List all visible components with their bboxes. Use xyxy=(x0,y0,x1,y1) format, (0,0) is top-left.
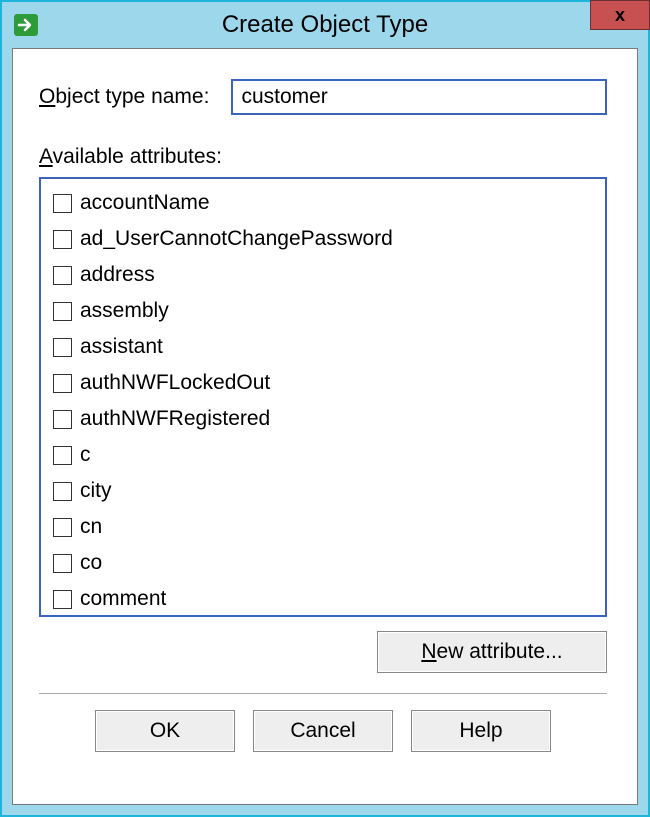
list-item[interactable]: assembly xyxy=(45,293,601,329)
attribute-label: assistant xyxy=(80,332,163,362)
dialog-title: Create Object Type xyxy=(2,11,648,39)
list-item[interactable]: c xyxy=(45,437,601,473)
checkbox-icon[interactable] xyxy=(53,230,72,249)
list-item[interactable]: address xyxy=(45,257,601,293)
cancel-button[interactable]: Cancel xyxy=(253,710,393,752)
list-item[interactable]: authNWFRegistered xyxy=(45,401,601,437)
attribute-label: authNWFRegistered xyxy=(80,404,270,434)
attribute-label: co xyxy=(80,548,102,578)
attribute-label: cn xyxy=(80,512,102,542)
checkbox-icon[interactable] xyxy=(53,410,72,429)
new-attribute-row: New attribute... xyxy=(39,631,607,673)
checkbox-icon[interactable] xyxy=(53,338,72,357)
checkbox-icon[interactable] xyxy=(53,554,72,573)
list-item[interactable]: authNWFLockedOut xyxy=(45,365,601,401)
checkbox-icon[interactable] xyxy=(53,446,72,465)
attribute-label: ad_UserCannotChangePassword xyxy=(80,224,393,254)
title-bar: Create Object Type x xyxy=(2,2,648,48)
separator xyxy=(39,693,607,694)
list-item[interactable]: city xyxy=(45,473,601,509)
available-attributes-label: Available attributes: xyxy=(39,145,607,169)
attribute-label: authNWFLockedOut xyxy=(80,368,270,398)
dialog-buttons: OK Cancel Help xyxy=(39,710,607,752)
list-item[interactable]: cn xyxy=(45,509,601,545)
object-type-name-label: Object type name: xyxy=(39,85,209,109)
ok-button[interactable]: OK xyxy=(95,710,235,752)
dialog-window: Create Object Type x Object type name: A… xyxy=(0,0,650,817)
attribute-label: accountName xyxy=(80,188,210,218)
object-type-name-field-wrap xyxy=(231,79,607,115)
checkbox-icon[interactable] xyxy=(53,302,72,321)
object-name-row: Object type name: xyxy=(39,79,607,115)
attribute-label: comment xyxy=(80,584,166,614)
checkbox-icon[interactable] xyxy=(53,194,72,213)
checkbox-icon[interactable] xyxy=(53,590,72,609)
attribute-label: city xyxy=(80,476,112,506)
dialog-body: Object type name: Available attributes: … xyxy=(12,48,638,805)
help-button[interactable]: Help xyxy=(411,710,551,752)
list-item[interactable]: co xyxy=(45,545,601,581)
list-item[interactable]: comment xyxy=(45,581,601,615)
attributes-scroll-region[interactable]: accountName ad_UserCannotChangePasswordad… xyxy=(41,179,605,615)
checkbox-icon[interactable] xyxy=(53,482,72,501)
close-icon: x xyxy=(615,5,625,26)
list-item[interactable]: ad_UserCannotChangePassword xyxy=(45,221,601,257)
attribute-label: assembly xyxy=(80,296,169,326)
attribute-label: c xyxy=(80,440,91,470)
attribute-label: address xyxy=(80,260,155,290)
attributes-listbox: accountName ad_UserCannotChangePasswordad… xyxy=(39,177,607,617)
app-icon xyxy=(12,12,40,38)
close-button[interactable]: x xyxy=(590,0,650,30)
list-item[interactable]: assistant xyxy=(45,329,601,365)
checkbox-icon[interactable] xyxy=(53,518,72,537)
new-attribute-button[interactable]: New attribute... xyxy=(377,631,607,673)
object-type-name-input[interactable] xyxy=(241,85,597,109)
checkbox-icon[interactable] xyxy=(53,266,72,285)
checkbox-icon[interactable] xyxy=(53,374,72,393)
list-item[interactable]: accountName xyxy=(45,185,601,221)
